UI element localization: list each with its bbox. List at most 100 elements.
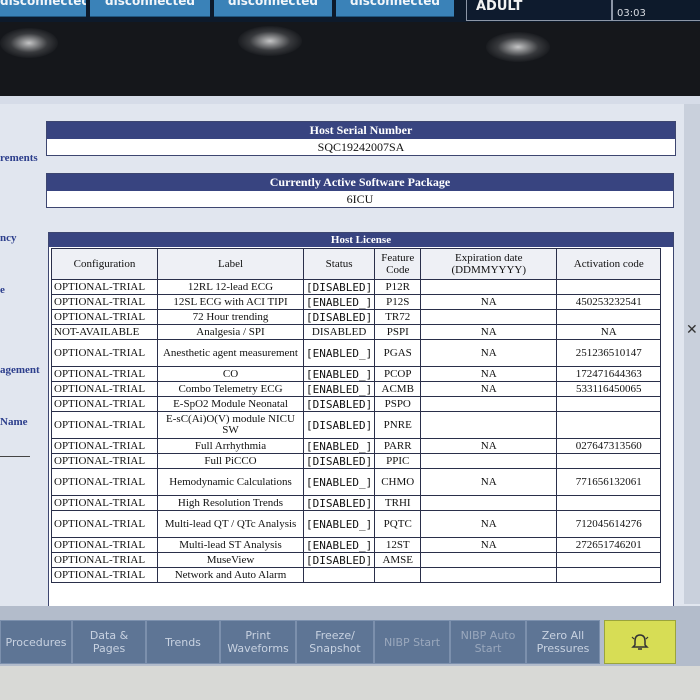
close-icon[interactable]: ✕ [686, 322, 698, 338]
license-row[interactable]: OPTIONAL-TRIAL Full Arrhythmia [ENABLED_] P… [51, 438, 662, 454]
cell-configuration: OPTIONAL-TRIAL [51, 381, 158, 397]
connection-tab-1[interactable]: disconnected [0, 0, 86, 17]
cell-activation [556, 309, 662, 325]
cell-label: 12SL ECG with ACI TIPI [157, 294, 304, 310]
cell-activation: 712045614276 [556, 510, 662, 538]
license-table-body: OPTIONAL-TRIAL 12RL 12-lead ECG [DISABLED]… [51, 279, 662, 583]
monitor-frame-bottom [0, 666, 700, 700]
monitor-bezel [0, 22, 700, 96]
function-button-1[interactable]: Procedures [0, 620, 72, 664]
side-menu-item-1[interactable]: rements [0, 152, 38, 164]
cell-feature-code: PNRE [374, 411, 422, 439]
cell-expiration: NA [420, 438, 558, 454]
cell-configuration: OPTIONAL-TRIAL [51, 309, 158, 325]
license-row[interactable]: OPTIONAL-TRIAL High Resolution Trends [DIS… [51, 495, 662, 511]
license-row[interactable]: OPTIONAL-TRIAL Combo Telemetry ECG [ENABLE… [51, 381, 662, 397]
cell-activation [556, 411, 662, 439]
top-status-bar: disconnected disconnected disconnected d… [0, 0, 700, 22]
cell-activation: 272651746201 [556, 537, 662, 553]
screen-edge [684, 104, 700, 604]
license-row[interactable]: OPTIONAL-TRIAL Anesthetic agent measureme… [51, 339, 662, 367]
cell-expiration [420, 495, 558, 511]
cell-status: [DISABLED] [302, 495, 376, 511]
cell-status: [ENABLED_] [302, 510, 376, 538]
connection-tab-2[interactable]: disconnected [90, 0, 210, 17]
cell-feature-code: PGAS [374, 339, 422, 367]
cell-feature-code: P12S [374, 294, 422, 310]
connection-tab-4[interactable]: disconnected [336, 0, 454, 17]
cell-activation: 533116450065 [556, 381, 662, 397]
license-row[interactable]: OPTIONAL-TRIAL 12RL 12-lead ECG [DISABLED]… [51, 279, 662, 295]
license-row[interactable]: OPTIONAL-TRIAL 12SL ECG with ACI TIPI [ENA… [51, 294, 662, 310]
license-row[interactable]: OPTIONAL-TRIAL Hemodynamic Calculations [E… [51, 468, 662, 496]
license-row[interactable]: OPTIONAL-TRIAL 72 Hour trending [DISABLED]… [51, 309, 662, 325]
function-button-7[interactable]: NIBP Auto Start [450, 620, 526, 664]
cell-configuration: OPTIONAL-TRIAL [51, 279, 158, 295]
cell-label: Network and Auto Alarm [157, 567, 304, 583]
function-button-8[interactable]: Zero All Pressures [526, 620, 600, 664]
function-button-5[interactable]: Freeze/ Snapshot [296, 620, 374, 664]
cell-expiration [420, 279, 558, 295]
license-row[interactable]: OPTIONAL-TRIAL CO [ENABLED_] PCOP NA 17247164… [51, 366, 662, 382]
license-row[interactable]: OPTIONAL-TRIAL Network and Auto Alarm [51, 567, 662, 583]
cell-activation [556, 453, 662, 469]
function-button-2[interactable]: Data & Pages [72, 620, 146, 664]
cell-configuration: OPTIONAL-TRIAL [51, 294, 158, 310]
host-license-title: Host License [49, 233, 673, 247]
side-menu-item-2[interactable]: ncy [0, 232, 17, 244]
cell-status: [DISABLED] [302, 279, 376, 295]
cell-activation [556, 396, 662, 412]
host-serial-value: SQC19242007SA [317, 140, 405, 154]
cell-activation [556, 552, 662, 568]
cell-expiration: NA [420, 537, 558, 553]
function-button-label: NIBP Auto Start [460, 629, 516, 655]
license-row[interactable]: OPTIONAL-TRIAL E-SpO2 Module Neonatal [DIS… [51, 396, 662, 412]
cell-configuration: OPTIONAL-TRIAL [51, 453, 158, 469]
cell-feature-code [374, 567, 422, 583]
cell-configuration: OPTIONAL-TRIAL [51, 396, 158, 412]
cell-feature-code: PCOP [374, 366, 422, 382]
light-glare [0, 28, 58, 58]
function-button-3[interactable]: Trends [146, 620, 220, 664]
cell-expiration: NA [420, 366, 558, 382]
cell-feature-code: TR72 [374, 309, 422, 325]
cell-status: [ENABLED_] [302, 468, 376, 496]
license-row[interactable]: OPTIONAL-TRIAL Full PiCCO [DISABLED] PPIC [51, 453, 662, 469]
col-header-configuration: Configuration [51, 248, 158, 280]
cell-expiration [420, 567, 558, 583]
cell-feature-code: PSPI [374, 324, 422, 340]
software-package-title: Currently Active Software Package [47, 174, 673, 191]
side-menu-item-3[interactable]: e [0, 284, 5, 296]
function-button-label: NIBP Start [383, 635, 441, 649]
function-button-4[interactable]: Print Waveforms [220, 620, 296, 664]
host-serial-panel: Host Serial Number SQC19242007SA [46, 121, 676, 156]
license-row[interactable]: OPTIONAL-TRIAL MuseView [DISABLED] AMSE [51, 552, 662, 568]
cell-label: Full Arrhythmia [157, 438, 304, 454]
col-header-feature-code: Feature Code [374, 248, 422, 280]
cell-expiration [420, 453, 558, 469]
side-menu-item-4[interactable]: agement [0, 364, 40, 376]
bell-icon [630, 632, 650, 653]
license-row[interactable]: OPTIONAL-TRIAL Multi-lead ST Analysis [ENA… [51, 537, 662, 553]
cell-configuration: OPTIONAL-TRIAL [51, 537, 158, 553]
connection-tab-3[interactable]: disconnected [214, 0, 332, 17]
side-menu-item-5[interactable]: Name [0, 416, 28, 428]
license-row[interactable]: NOT-AVAILABLE Analgesia / SPI DISABLED PSPI… [51, 324, 662, 340]
function-button-label: Freeze/ Snapshot [309, 629, 361, 655]
cell-expiration: NA [420, 294, 558, 310]
function-button-6[interactable]: NIBP Start [374, 620, 450, 664]
cell-feature-code: AMSE [374, 552, 422, 568]
alarm-silence-button[interactable] [604, 620, 676, 664]
license-row[interactable]: OPTIONAL-TRIAL E-sC(Ai)O(V) module NICU S… [51, 411, 662, 439]
cell-activation: 450253232541 [556, 294, 662, 310]
software-package-value: 6ICU [346, 192, 374, 206]
cell-label: 72 Hour trending [157, 309, 304, 325]
light-glare [238, 26, 302, 56]
license-row[interactable]: OPTIONAL-TRIAL Multi-lead QT / QTc Analys… [51, 510, 662, 538]
patient-type-box[interactable]: ADULT [466, 0, 612, 21]
cell-configuration: OPTIONAL-TRIAL [51, 495, 158, 511]
cell-label: Analgesia / SPI [157, 324, 304, 340]
cell-feature-code: PQTC [374, 510, 422, 538]
col-header-activation: Activation code [556, 248, 662, 280]
cell-status: [DISABLED] [302, 411, 376, 439]
